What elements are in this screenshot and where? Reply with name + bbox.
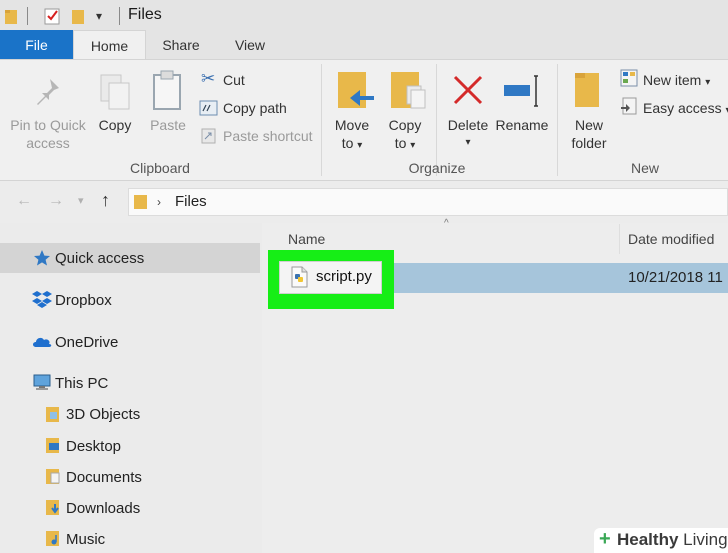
cut-button[interactable]: Cut [223,72,245,88]
move-to-button[interactable]: Move to ▾ [330,116,374,155]
group-separator [557,64,558,176]
new-folder-label-line1: New [574,117,603,133]
rename-button[interactable]: Rename [494,116,550,134]
file-date-modified: 10/21/2018 11 [628,269,723,286]
nav-label-quick-access[interactable]: Quick access [55,250,144,267]
move-dropdown-icon: ▾ [357,140,363,151]
tab-home[interactable]: Home [73,30,146,60]
customize-dropdown-icon[interactable]: ▾ [96,9,102,23]
delete-icon [453,75,483,105]
address-input[interactable] [128,188,728,216]
pin-label-line1: Pin to Quick [10,117,86,133]
recent-locations-icon[interactable]: ▾ [78,194,84,207]
copy-button[interactable]: Copy [92,116,138,134]
move-label-line2: to ▾ [330,134,374,155]
forward-icon[interactable]: → [48,192,64,210]
watermark-brand-bold: Healthy [617,530,679,549]
tab-file[interactable]: File [0,30,73,60]
copy-path-button[interactable]: Copy path [223,100,287,116]
new-item-button[interactable]: New item ▾ [643,72,710,88]
new-folder-icon[interactable] [71,7,85,25]
desktop-icon [46,438,59,453]
properties-icon[interactable] [43,7,61,25]
nav-item-desktop[interactable]: Desktop [66,438,121,455]
nav-item-documents[interactable]: Documents [66,469,142,486]
star-icon [34,250,50,266]
folder-icon [5,10,17,24]
plus-logo-icon: + [599,528,611,550]
nav-item-3d-objects[interactable]: 3D Objects [66,406,140,423]
back-icon[interactable]: ← [16,192,32,210]
nav-item-onedrive[interactable]: OneDrive [55,334,118,351]
paste-shortcut-icon [201,128,216,144]
new-folder-icon [575,73,599,107]
paste-icon [153,70,181,110]
paste-shortcut-button[interactable]: Paste shortcut [223,128,313,144]
3d-objects-icon [46,407,59,422]
copy-to-label-line2: to ▾ [383,134,427,155]
easy-access-icon [621,97,637,115]
sort-ascending-icon: ^ [444,218,449,229]
computer-icon [33,374,51,390]
new-item-dropdown-icon: ▾ [705,77,711,88]
copy-to-icon [391,72,426,109]
rename-icon [504,75,538,107]
copy-icon [100,74,130,110]
copy-to-dropdown-icon: ▾ [410,140,416,151]
delete-label: Delete [447,117,489,133]
nav-item-music[interactable]: Music [66,531,105,548]
delete-button[interactable]: Delete ▾ [445,116,491,152]
move-to-icon [338,72,374,108]
dropbox-icon [32,291,52,308]
folder-icon [134,195,147,209]
file-name[interactable]: script.py [316,268,372,285]
group-separator [321,64,322,176]
column-header-name[interactable]: Name [288,231,325,247]
pin-label-line2: access [26,135,70,151]
documents-icon [46,469,60,484]
organize-group-label: Organize [408,160,466,176]
tab-share[interactable]: Share [146,30,216,60]
separator [27,7,28,25]
new-item-icon [620,69,638,87]
new-item-label: New item [643,72,702,88]
pin-icon [37,79,59,105]
easy-access-label: Easy access [643,100,722,116]
new-folder-label-line2: folder [571,135,607,151]
up-icon[interactable]: ↑ [101,190,110,211]
separator [119,7,120,25]
breadcrumb-files[interactable]: Files [175,193,207,210]
pin-to-quick-access-button[interactable]: Pin to Quick access [6,116,90,152]
easy-access-button[interactable]: Easy access ▾ [643,100,728,116]
copy-path-icon [199,100,218,116]
new-folder-button[interactable]: New folder [566,116,612,152]
move-label-line1: Move [334,117,370,133]
clipboard-group-label: Clipboard [130,160,190,176]
title-bar [0,0,728,32]
nav-item-downloads[interactable]: Downloads [66,500,140,517]
nav-item-dropbox[interactable]: Dropbox [55,292,112,309]
onedrive-icon [33,337,52,347]
scissors-icon: ✂ [201,69,216,88]
music-icon [46,531,59,546]
watermark-brand-light: Living [678,530,728,549]
nav-item-this-pc[interactable]: This PC [55,375,108,392]
ribbon-tabs: File Home Share View [0,30,728,60]
copy-to-button[interactable]: Copy to ▾ [383,116,427,155]
copy-to-label-to: to [394,135,407,151]
column-header-date-modified[interactable]: Date modified [628,231,714,247]
watermark-text: Healthy Living [617,530,728,550]
new-group-label: New [630,160,659,176]
tab-view[interactable]: View [216,30,284,60]
copy-to-label-line1: Copy [388,117,422,133]
paste-button[interactable]: Paste [146,116,190,134]
delete-dropdown-icon: ▾ [465,137,471,148]
breadcrumb-chevron-icon: › [157,195,161,209]
python-file-icon [291,266,308,288]
window-title: Files [128,6,162,23]
column-divider[interactable] [619,224,620,254]
move-label-to: to [341,135,354,151]
downloads-icon [46,500,59,515]
